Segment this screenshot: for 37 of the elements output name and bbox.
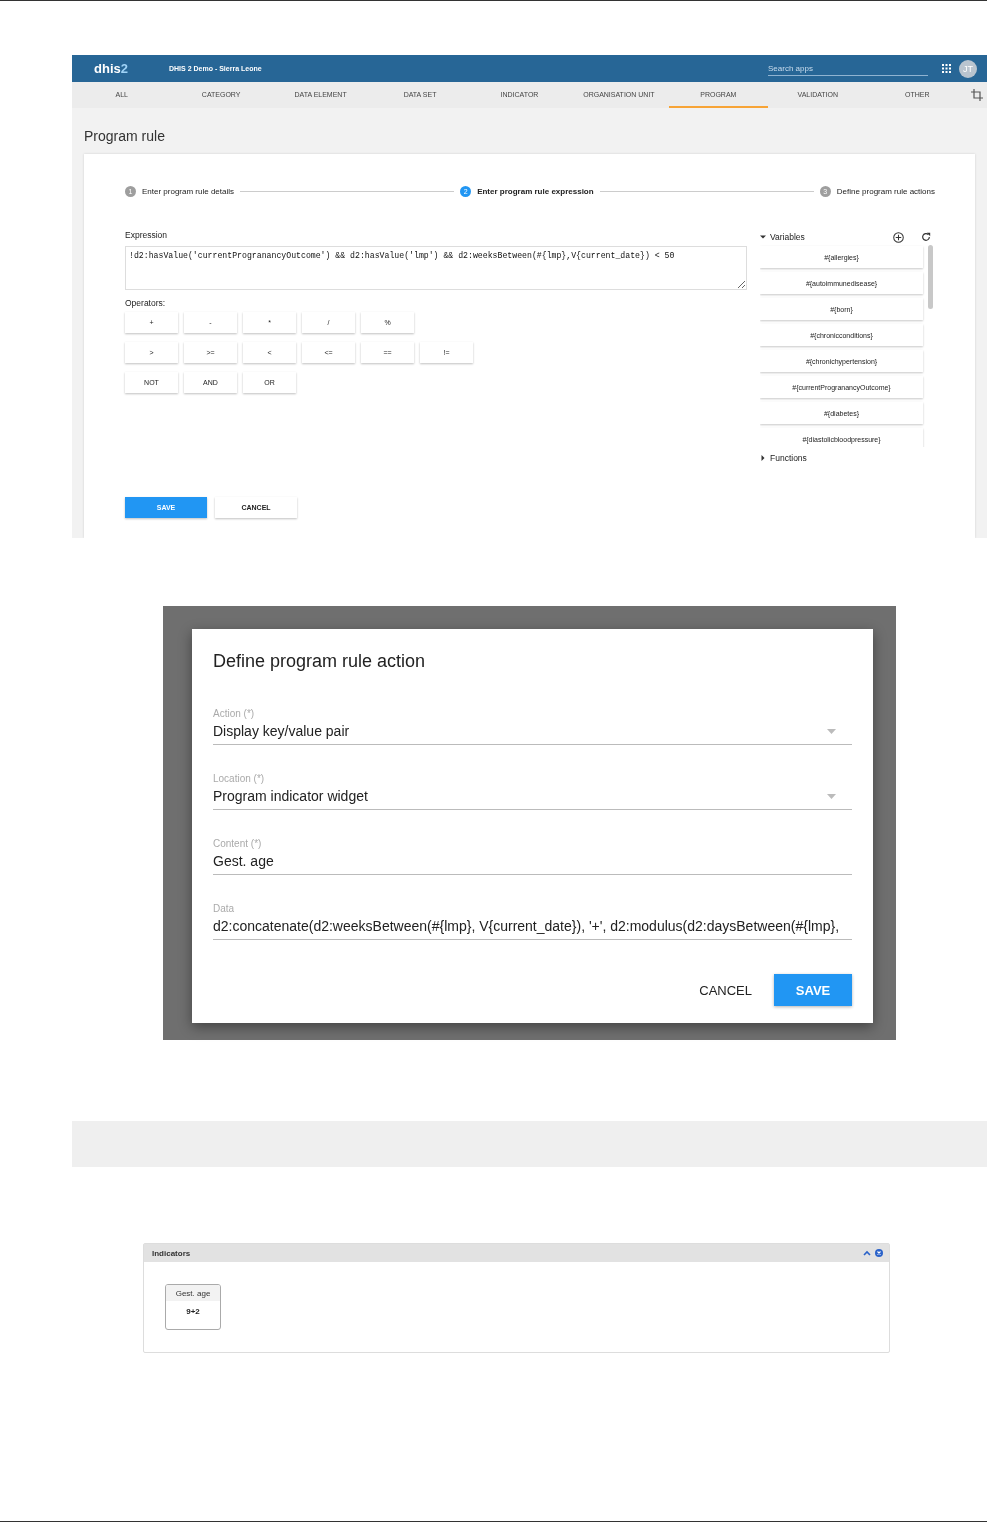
caret-icon[interactable] xyxy=(760,455,766,461)
dialog-title: Define program rule action xyxy=(213,651,427,672)
indicator-value: 9+2 xyxy=(185,1306,201,1316)
crop-icon[interactable] xyxy=(970,89,983,101)
logo: dhis2 xyxy=(94,61,129,76)
search-field[interactable]: Search apps xyxy=(768,61,928,76)
collapse-caret-icon[interactable] xyxy=(863,1250,871,1256)
step-label: Enter program rule expression xyxy=(477,186,594,196)
refresh-icon[interactable] xyxy=(921,232,931,242)
field-label: Action (*) xyxy=(213,708,256,719)
field-label: Content (*) xyxy=(213,838,263,849)
field-label: Data xyxy=(213,903,236,914)
apps-grid-icon[interactable] xyxy=(942,64,951,73)
field-value: Program indicator widget xyxy=(213,788,369,804)
expression-label: Expression xyxy=(125,230,169,240)
widget-title: Indicators xyxy=(152,1248,192,1258)
field-label: Location (*) xyxy=(213,773,266,784)
field-value: Gest. age xyxy=(213,853,275,869)
scrollbar[interactable] xyxy=(928,245,933,309)
field-value: Display key/value pair xyxy=(213,723,351,739)
variables-toggle[interactable]: Variables xyxy=(770,232,805,242)
input-field[interactable]: Content (*) Gest. age xyxy=(213,824,852,875)
step-label: Define program rule actions xyxy=(836,186,935,196)
indicator-name: Gest. age xyxy=(166,1285,220,1301)
expression-field[interactable]: !d2:hasValue('currentProgranancyOutcome') && d2:hasValue('lmp') && d2:weeksBetween(#{lmp},V{current_date}) < 50 xyxy=(125,246,747,290)
add-icon[interactable] xyxy=(893,231,904,243)
field-value: d2:concatenate(d2:weeksBetween(#{lmp}, V{current_date}), '+', d2:modulus(d2:daysBetween(#{lmp}, xyxy=(213,918,840,934)
operators-label: Operators: xyxy=(125,298,167,308)
page-title: Program rule xyxy=(84,128,166,144)
functions-toggle[interactable]: Functions xyxy=(770,453,807,463)
caret-icon[interactable] xyxy=(760,234,766,240)
cancel-button[interactable]: CANCEL xyxy=(699,974,752,1006)
input-field[interactable]: Data d2:concatenate(d2:weeksBetween(#{lmp}, V{current_date}), '+', d2:modulus(d2:daysBetween(#{lmp}, xyxy=(213,889,852,940)
close-icon[interactable] xyxy=(875,1249,883,1257)
step-label: Enter program rule details xyxy=(142,186,235,196)
select-field[interactable]: Action (*) Display key/value pair xyxy=(213,694,852,745)
select-field[interactable]: Location (*) Program indicator widget xyxy=(213,759,852,810)
